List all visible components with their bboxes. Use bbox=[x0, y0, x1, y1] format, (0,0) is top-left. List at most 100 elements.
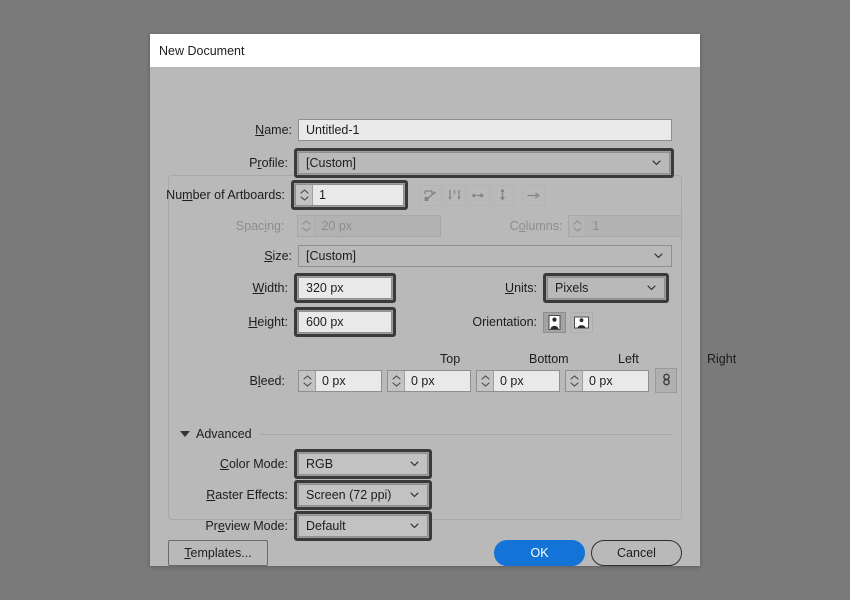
color-mode-row: Color Mode: RGB bbox=[150, 449, 682, 479]
profile-dropdown[interactable]: [Custom] bbox=[298, 152, 670, 174]
arrange-by-row-icon bbox=[472, 192, 484, 198]
disclosure-triangle-icon bbox=[180, 431, 190, 437]
chevron-down-icon bbox=[410, 523, 419, 529]
stepper-arrows bbox=[569, 216, 587, 236]
stepper-arrows[interactable] bbox=[477, 370, 494, 391]
stepper-arrows bbox=[298, 216, 316, 236]
artboards-focus-ring: 1 bbox=[291, 180, 408, 210]
landscape-orientation-icon bbox=[574, 316, 589, 328]
size-dropdown-value: [Custom] bbox=[306, 249, 357, 263]
preview-mode-value: Default bbox=[306, 519, 346, 533]
height-input[interactable]: 600 px bbox=[298, 311, 392, 333]
bleed-bottom-stepper[interactable]: 0 px bbox=[387, 369, 471, 392]
name-label: Name: bbox=[255, 123, 292, 137]
artboards-row: Number of Artboards: 1 bbox=[150, 180, 682, 210]
raster-effects-label: Raster Effects: bbox=[206, 488, 288, 502]
chevron-down-icon bbox=[391, 381, 401, 387]
spacing-row: Spacing: 20 px Columns: 1 bbox=[150, 215, 682, 237]
chevron-down-icon bbox=[302, 381, 312, 387]
width-input[interactable]: 320 px bbox=[298, 277, 392, 299]
chevron-up-icon bbox=[299, 189, 309, 194]
width-input-value: 320 px bbox=[306, 281, 344, 295]
templates-button[interactable]: Templates... bbox=[168, 540, 268, 566]
profile-label: Profile: bbox=[249, 156, 288, 170]
templates-button-label: Templates... bbox=[184, 546, 252, 560]
raster-effects-focus-ring: Screen (72 ppi) bbox=[294, 480, 432, 510]
columns-stepper: 1 bbox=[568, 215, 682, 237]
grid-by-column-icon-button[interactable] bbox=[443, 184, 466, 206]
arrange-by-column-icon bbox=[500, 188, 505, 200]
arrange-by-row-icon-button[interactable] bbox=[467, 184, 490, 206]
grid-by-row-icon bbox=[424, 189, 436, 201]
bleed-left-stepper[interactable]: 0 px bbox=[476, 369, 560, 392]
bleed-header-right: Right bbox=[707, 352, 737, 366]
bleed-left-value: 0 px bbox=[500, 373, 524, 388]
height-input-value: 600 px bbox=[306, 315, 344, 329]
stepper-arrows[interactable] bbox=[299, 370, 316, 391]
portrait-orientation-icon bbox=[548, 314, 561, 330]
portrait-orientation-button[interactable] bbox=[543, 311, 566, 333]
chevron-down-icon bbox=[410, 461, 419, 467]
preview-mode-focus-ring: Default bbox=[294, 511, 432, 541]
chevron-up-icon bbox=[569, 374, 579, 380]
name-input[interactable]: Untitled-1 bbox=[298, 119, 672, 141]
raster-effects-dropdown[interactable]: Screen (72 ppi) bbox=[298, 484, 428, 506]
bleed-right-stepper[interactable]: 0 px bbox=[565, 369, 649, 392]
dialog-title: New Document bbox=[159, 43, 245, 58]
bleed-top-stepper[interactable]: 0 px bbox=[298, 369, 382, 392]
orientation-buttons bbox=[543, 311, 594, 333]
bleed-header-top: Top bbox=[440, 352, 461, 366]
chevron-up-icon bbox=[391, 374, 401, 380]
name-row: Name: Untitled-1 bbox=[150, 119, 674, 141]
chevron-down-icon bbox=[569, 381, 579, 387]
ok-button[interactable]: OK bbox=[494, 540, 585, 566]
profile-focus-ring: [Custom] bbox=[294, 148, 674, 178]
spacing-label: Spacing: bbox=[235, 219, 285, 233]
columns-value: 1 bbox=[592, 219, 600, 233]
link-bleeds-button[interactable] bbox=[655, 368, 677, 393]
bleed-header-left: Left bbox=[618, 352, 639, 366]
bleed-header-bottom: Bottom bbox=[529, 352, 569, 366]
artboard-arrangement-buttons bbox=[419, 184, 546, 206]
grid-by-column-icon bbox=[448, 189, 461, 200]
bleed-label: Bleed: bbox=[249, 373, 285, 388]
chevron-up-icon bbox=[480, 374, 490, 380]
arrange-by-column-icon-button[interactable] bbox=[491, 184, 514, 206]
bleed-right-value: 0 px bbox=[589, 373, 613, 388]
size-row: Size: [Custom] bbox=[150, 245, 682, 267]
color-mode-focus-ring: RGB bbox=[294, 449, 432, 479]
stepper-arrows[interactable] bbox=[296, 185, 313, 205]
artboards-stepper[interactable]: 1 bbox=[295, 184, 404, 206]
color-mode-value: RGB bbox=[306, 457, 334, 471]
name-input-value: Untitled-1 bbox=[306, 123, 360, 137]
stepper-arrows[interactable] bbox=[388, 370, 405, 391]
units-focus-ring: Pixels bbox=[543, 273, 669, 303]
color-mode-dropdown[interactable]: RGB bbox=[298, 453, 428, 475]
profile-dropdown-value: [Custom] bbox=[306, 156, 357, 170]
cancel-button[interactable]: Cancel bbox=[591, 540, 682, 566]
landscape-orientation-button[interactable] bbox=[570, 311, 593, 333]
profile-row: Profile: [Custom] bbox=[150, 148, 682, 178]
height-focus-ring: 600 px bbox=[294, 307, 396, 337]
spacing-value: 20 px bbox=[321, 219, 353, 233]
color-mode-label: Color Mode: bbox=[219, 457, 288, 471]
advanced-section-header[interactable]: Advanced bbox=[180, 427, 672, 441]
units-dropdown[interactable]: Pixels bbox=[547, 277, 665, 299]
size-label: Size: bbox=[264, 249, 292, 263]
chevron-down-icon bbox=[302, 227, 311, 232]
dialog-body: Name: Untitled-1 Profile: [Custom] Numbe… bbox=[150, 67, 736, 566]
columns-label: Columns: bbox=[509, 219, 563, 233]
grid-by-row-icon-button[interactable] bbox=[419, 184, 442, 206]
size-dropdown[interactable]: [Custom] bbox=[298, 245, 672, 267]
preview-mode-dropdown[interactable]: Default bbox=[298, 515, 428, 537]
dialog-titlebar: New Document bbox=[150, 34, 700, 67]
bleed-row: Bleed: 0 px 0 px 0 px 0 px bbox=[150, 368, 690, 393]
width-focus-ring: 320 px bbox=[294, 273, 396, 303]
stepper-arrows[interactable] bbox=[566, 370, 583, 391]
link-bleeds-icon bbox=[662, 373, 670, 386]
right-to-left-layout-button[interactable] bbox=[522, 184, 545, 206]
preview-mode-label: Preview Mode: bbox=[205, 519, 288, 533]
width-units-row: Width: 320 px Units: Pixels bbox=[150, 273, 682, 303]
advanced-label: Advanced bbox=[196, 427, 252, 441]
units-label: Units: bbox=[505, 281, 537, 295]
